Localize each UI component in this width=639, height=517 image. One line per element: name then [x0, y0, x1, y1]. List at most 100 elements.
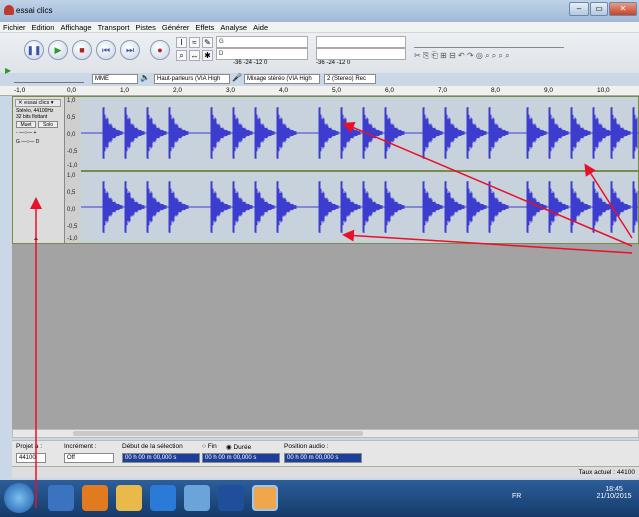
media-icon[interactable]	[150, 485, 176, 511]
start-button[interactable]	[4, 483, 34, 513]
selection-end-field[interactable]: 00 h 00 m 00,000 s	[202, 453, 280, 463]
input-channels-select[interactable]: 2 (Stereo) Rec	[324, 74, 376, 84]
playback-meter[interactable]	[316, 36, 406, 48]
track-bitdepth: 32 bits flottant	[16, 114, 48, 120]
microphone-icon: 🎤	[232, 73, 242, 82]
waveform-display[interactable]	[81, 97, 638, 243]
menu-fichier[interactable]: Fichier	[0, 22, 29, 33]
waveform-click	[102, 181, 123, 233]
channel-divider	[81, 170, 638, 172]
menu-transport[interactable]: Transport	[95, 22, 133, 33]
waveform-click	[610, 181, 631, 233]
record-meter-right[interactable]: D	[216, 48, 308, 60]
collapse-track-icon[interactable]: ▲	[33, 236, 39, 242]
folder-icon[interactable]	[116, 485, 142, 511]
audacity-taskbar-icon[interactable]	[252, 485, 278, 511]
record-meter-scale: -36 -24 -12 0	[316, 60, 351, 66]
playback-meter-scale: -36 -24 -12 0	[233, 60, 268, 66]
menu-effets[interactable]: Effets	[192, 22, 217, 33]
playback-volume-slider[interactable]	[414, 36, 564, 48]
clock[interactable]: 18:45 21/10/2015	[594, 486, 634, 500]
track-name-menu[interactable]: ✕ essai clics ▾	[15, 99, 61, 107]
status-bar: Taux actuel : 44100	[12, 466, 639, 478]
actual-rate: Taux actuel : 44100	[578, 469, 635, 476]
toolbar: ❚❚ ▶ ■ ⏮ ⏭ ● I ≈ ✎ ⌕ ↔ ✱ G D -36 -24 -12…	[0, 33, 639, 75]
solo-button[interactable]: Solo	[38, 121, 58, 128]
play-at-speed-icon[interactable]: ▶	[5, 66, 11, 75]
scrollbar-thumb[interactable]	[73, 431, 363, 436]
snap-select[interactable]: Off	[64, 453, 114, 463]
audio-track[interactable]: ✕ essai clics ▾ Stéréo, 44100Hz 32 bits …	[12, 96, 639, 244]
waveform-click	[124, 181, 145, 233]
ruler-tick: 5,0	[332, 87, 342, 94]
waveform-click	[592, 181, 613, 233]
draw-tool[interactable]: ✎	[202, 37, 213, 48]
input-device-select[interactable]: Mixage stéréo (VIA High	[244, 74, 320, 84]
waveform-click	[526, 107, 547, 159]
waveform-click	[254, 181, 275, 233]
app-icon[interactable]	[184, 485, 210, 511]
ruler-tick: 7,0	[438, 87, 448, 94]
zoom-tool[interactable]: ⌕	[176, 50, 187, 61]
timeline-ruler[interactable]: -1,0 0,0 1,0 2,0 3,0 4,0 5,0 6,0 7,0 8,0…	[0, 86, 639, 96]
waveform-click	[210, 107, 231, 159]
gain-slider[interactable]: - —○— +	[16, 130, 58, 137]
waveform-click	[276, 181, 297, 233]
menu-pistes[interactable]: Pistes	[132, 22, 158, 33]
skip-start-button[interactable]: ⏮	[96, 40, 116, 60]
play-icon: ▶	[54, 44, 62, 55]
waveform-click	[276, 107, 297, 159]
horizontal-scrollbar[interactable]	[12, 429, 639, 438]
audio-host-select[interactable]: MME	[92, 74, 138, 84]
window-title: essai clics	[16, 6, 53, 15]
menu-analyse[interactable]: Analyse	[217, 22, 250, 33]
end-radio[interactable]: ○ Fin	[202, 443, 217, 450]
record-button[interactable]: ●	[150, 40, 170, 60]
audio-position-label: Position audio :	[284, 443, 329, 450]
stop-button[interactable]: ■	[72, 40, 92, 60]
timeshift-tool[interactable]: ↔	[189, 50, 200, 61]
selection-tool[interactable]: I	[176, 37, 187, 48]
track-control-panel[interactable]: ✕ essai clics ▾ Stéréo, 44100Hz 32 bits …	[13, 97, 65, 243]
audio-position-field[interactable]: 00 h 00 m 00,000 s	[284, 453, 362, 463]
play-button[interactable]: ▶	[48, 40, 68, 60]
language-indicator[interactable]: FR	[512, 493, 521, 500]
waveform-click	[232, 107, 253, 159]
menu-aide[interactable]: Aide	[250, 22, 271, 33]
minimize-button[interactable]: –	[569, 2, 589, 16]
mute-button[interactable]: Muet	[16, 121, 36, 128]
waveform-click	[488, 181, 509, 233]
play-speed-slider[interactable]	[14, 74, 84, 83]
waveform-click	[232, 181, 253, 233]
waveform-click	[466, 181, 487, 233]
ruler-tick: -1,0	[14, 87, 26, 94]
envelope-tool[interactable]: ≈	[189, 37, 200, 48]
skip-end-button[interactable]: ⏭	[120, 40, 140, 60]
selection-toolbar: Projet à : 44100 Incrément : Off Début d…	[12, 440, 639, 466]
record-meter[interactable]: G	[216, 36, 308, 48]
ruler-tick: 2,0	[173, 87, 183, 94]
project-rate-select[interactable]: 44100	[16, 453, 46, 463]
waveform-click	[146, 107, 167, 159]
maximize-button[interactable]: ▭	[590, 2, 608, 16]
waveform-click	[570, 181, 591, 233]
empty-track-area[interactable]	[12, 244, 639, 429]
ie-icon[interactable]	[48, 485, 74, 511]
cut-icon[interactable]: ✂ ⎘ ⎗ ⊞ ⊟ ↶ ↷ ◎ ⌕ ⌕ ⌕ ⌕	[414, 51, 510, 60]
waveform-click	[526, 181, 547, 233]
selection-start-field[interactable]: 00 h 00 m 00,000 s	[122, 453, 200, 463]
firefox-icon[interactable]	[82, 485, 108, 511]
menu-affichage[interactable]: Affichage	[57, 22, 94, 33]
close-button[interactable]: ✕	[609, 2, 637, 16]
menu-generer[interactable]: Générer	[159, 22, 193, 33]
menu-edition[interactable]: Edition	[29, 22, 58, 33]
pan-slider[interactable]: G —○— D	[16, 139, 58, 146]
waveform-click	[124, 107, 145, 159]
app2-icon[interactable]	[218, 485, 244, 511]
pause-button[interactable]: ❚❚	[24, 40, 44, 60]
close-track-icon[interactable]: ✕	[18, 100, 23, 106]
multi-tool[interactable]: ✱	[202, 50, 213, 61]
length-radio[interactable]: ◉ Durée	[226, 443, 251, 451]
playback-meter-right[interactable]	[316, 48, 406, 60]
output-device-select[interactable]: Haut-parleurs (VIA High	[154, 74, 230, 84]
